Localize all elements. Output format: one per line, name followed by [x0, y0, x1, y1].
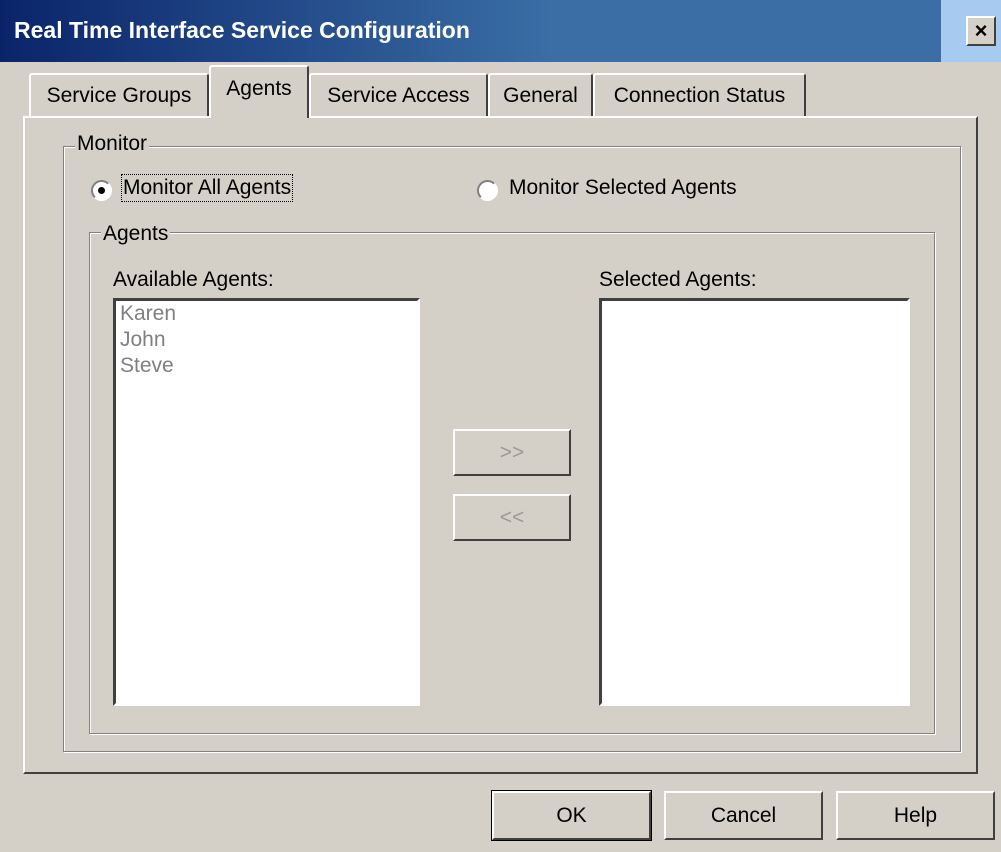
available-agents-list[interactable]: Karen John Steve — [113, 298, 420, 706]
close-button[interactable]: × — [966, 16, 996, 46]
dialog-window: Real Time Interface Service Configuratio… — [0, 0, 1001, 852]
cancel-button[interactable]: Cancel — [664, 791, 823, 840]
tab-service-groups[interactable]: Service Groups — [29, 73, 209, 117]
tab-panel-agents: Monitor Monitor All Agents Monitor Selec… — [23, 116, 978, 774]
window-title: Real Time Interface Service Configuratio… — [14, 17, 470, 43]
tab-service-access[interactable]: Service Access — [309, 73, 488, 117]
tab-connection-status[interactable]: Connection Status — [593, 73, 806, 117]
ok-button[interactable]: OK — [491, 790, 652, 841]
add-agent-label: >> — [499, 441, 525, 464]
close-icon: × — [974, 18, 988, 43]
monitor-selected-label[interactable]: Monitor Selected Agents — [509, 176, 737, 200]
add-agent-button[interactable]: >> — [453, 429, 571, 476]
monitor-all-radio[interactable] — [91, 180, 112, 201]
monitor-selected-radio[interactable] — [477, 180, 498, 201]
monitor-all-label[interactable]: Monitor All Agents — [120, 174, 294, 202]
agents-group-label: Agents — [101, 222, 171, 246]
cancel-label: Cancel — [710, 804, 777, 827]
selected-agents-list[interactable] — [599, 298, 910, 706]
tab-label: Service Access — [327, 84, 470, 107]
help-label: Help — [893, 804, 938, 827]
tab-general[interactable]: General — [488, 73, 593, 117]
list-item[interactable]: Karen — [116, 301, 417, 327]
tab-label: Connection Status — [613, 84, 786, 107]
help-button[interactable]: Help — [836, 791, 995, 840]
tab-label: Service Groups — [46, 84, 192, 107]
remove-agent-label: << — [499, 506, 525, 529]
ok-label: OK — [556, 804, 587, 827]
monitor-group-label: Monitor — [75, 132, 150, 156]
tab-agents[interactable]: Agents — [209, 65, 309, 118]
title-bar[interactable]: Real Time Interface Service Configuratio… — [0, 0, 1001, 62]
selected-agents-label: Selected Agents: — [599, 268, 757, 291]
list-item[interactable]: John — [116, 327, 417, 353]
tab-label: General — [503, 84, 578, 107]
tab-label: Agents — [226, 77, 292, 100]
list-item[interactable]: Steve — [116, 353, 417, 379]
radio-checked-icon — [98, 187, 105, 194]
available-agents-label: Available Agents: — [113, 268, 274, 291]
remove-agent-button[interactable]: << — [453, 494, 571, 541]
